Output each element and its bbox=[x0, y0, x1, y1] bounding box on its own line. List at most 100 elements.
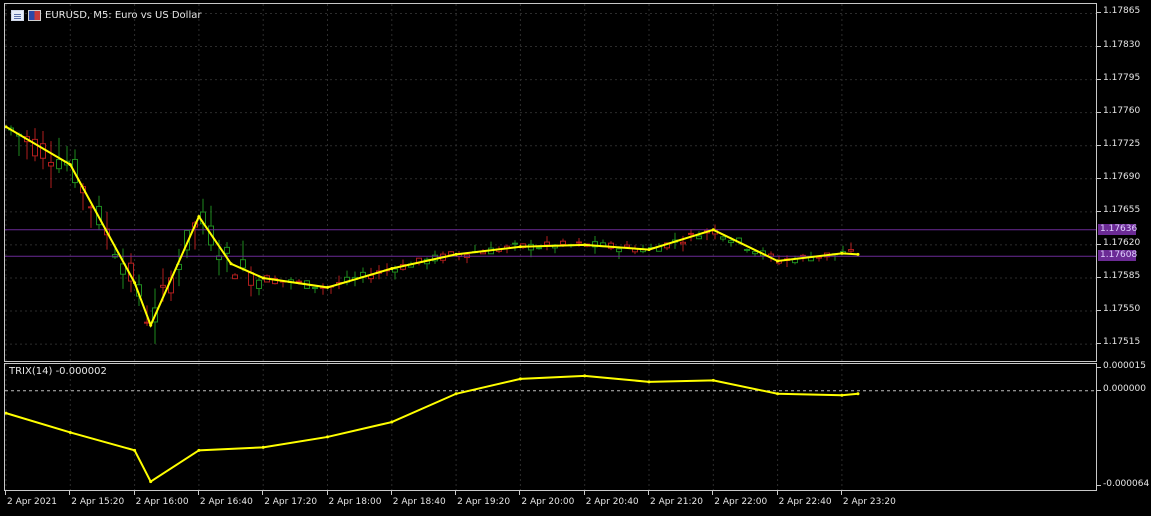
candle-body bbox=[392, 268, 398, 273]
time-tick-mark bbox=[583, 491, 585, 495]
moving-average-point bbox=[518, 245, 522, 249]
time-axis[interactable]: 2 Apr 2021 2 Apr 15:20 2 Apr 16:00 2 Apr 16… bbox=[4, 491, 1097, 516]
time-tick-mark bbox=[712, 491, 714, 495]
price-tick-label: 1.17690 bbox=[1103, 171, 1141, 182]
price-chart-svg bbox=[5, 4, 1096, 361]
moving-average-point bbox=[197, 215, 201, 219]
price-tick-mark bbox=[1097, 310, 1101, 312]
candle-body bbox=[560, 240, 566, 246]
moving-average-point bbox=[390, 267, 394, 271]
trix-point bbox=[133, 448, 137, 452]
moving-average-point bbox=[133, 281, 137, 285]
candle-body bbox=[40, 143, 46, 159]
moving-average-line bbox=[5, 125, 859, 328]
time-tick-mark bbox=[648, 491, 649, 495]
candle-body bbox=[248, 272, 254, 286]
candle-body bbox=[512, 242, 518, 245]
time-tick-label: 2 Apr 16:00 bbox=[135, 497, 189, 507]
moving-average-point bbox=[261, 276, 265, 280]
chart-title-text: EURUSD, M5: Euro vs US Dollar bbox=[45, 10, 202, 21]
trix-point bbox=[326, 435, 329, 439]
time-tick-mark bbox=[262, 491, 264, 495]
candle-body bbox=[688, 232, 694, 235]
price-level-tag: 1.17608 bbox=[1098, 250, 1138, 262]
trix-chart-svg bbox=[5, 364, 1096, 490]
trix-indicator-panel[interactable]: TRIX(14) -0.000002 bbox=[4, 363, 1097, 491]
trix-point bbox=[840, 393, 844, 397]
indicator-tick-mark bbox=[1097, 389, 1101, 391]
candle-body bbox=[224, 246, 230, 254]
price-tick-mark bbox=[1097, 12, 1101, 14]
candle-body bbox=[728, 240, 734, 244]
time-tick-label: 2 Apr 20:00 bbox=[521, 497, 575, 507]
trix-line bbox=[5, 374, 859, 484]
time-tick-label: 2 Apr 15:20 bbox=[71, 497, 125, 507]
time-tick-mark bbox=[519, 491, 521, 495]
price-tick-label: 1.17725 bbox=[1103, 138, 1141, 149]
indicator-title: TRIX(14) -0.000002 bbox=[9, 366, 107, 377]
price-tick-mark bbox=[1097, 144, 1101, 146]
candle-body bbox=[576, 241, 582, 244]
candle-body bbox=[680, 241, 686, 245]
time-tick-label: 2 Apr 19:20 bbox=[457, 497, 511, 507]
candle-body bbox=[624, 244, 630, 248]
trix-point bbox=[454, 392, 458, 396]
trix-point bbox=[518, 377, 522, 381]
price-tick-mark bbox=[1097, 78, 1101, 80]
price-tick-mark bbox=[1097, 243, 1101, 245]
candle-body bbox=[616, 248, 622, 253]
time-tick-mark bbox=[5, 491, 6, 495]
symbol-flag-icon bbox=[28, 10, 41, 21]
chart-list-icon[interactable] bbox=[11, 10, 24, 21]
candle-body bbox=[696, 235, 702, 240]
time-tick-label: 2 Apr 20:40 bbox=[585, 497, 639, 507]
moving-average-point bbox=[68, 163, 72, 167]
price-level-tag: 1.17636 bbox=[1098, 223, 1138, 235]
indicator-tick-label: 0.000000 bbox=[1103, 383, 1146, 394]
time-tick-mark bbox=[326, 491, 328, 495]
indicator-tick-label: 0.000015 bbox=[1103, 361, 1146, 372]
price-tick-label: 1.17865 bbox=[1103, 6, 1141, 17]
time-tick-label: 2 Apr 22:00 bbox=[714, 497, 768, 507]
candle-body bbox=[848, 249, 854, 252]
chart-title: EURUSD, M5: Euro vs US Dollar bbox=[11, 10, 201, 21]
time-tick-label: 2 Apr 16:40 bbox=[199, 497, 253, 507]
time-tick-label: 2 Apr 18:00 bbox=[328, 497, 382, 507]
price-tick-mark bbox=[1097, 111, 1101, 113]
moving-average-point bbox=[840, 251, 844, 255]
time-tick-label: 2 Apr 2021 bbox=[7, 497, 57, 507]
candle-body bbox=[744, 248, 750, 251]
time-tick-mark bbox=[69, 491, 71, 495]
time-tick-label: 2 Apr 21:20 bbox=[650, 497, 703, 507]
trix-point bbox=[197, 448, 201, 452]
time-tick-mark bbox=[840, 491, 842, 495]
price-tick-label: 1.17655 bbox=[1103, 204, 1141, 215]
moving-average-point bbox=[149, 323, 153, 327]
moving-average-point bbox=[711, 228, 715, 232]
price-chart-panel[interactable]: EURUSD, M5: Euro vs US Dollar bbox=[4, 3, 1097, 362]
indicator-tick-mark bbox=[1097, 485, 1101, 487]
trix-point bbox=[149, 480, 153, 484]
candle-body bbox=[240, 259, 246, 269]
moving-average-point bbox=[776, 259, 780, 263]
time-tick-label: 2 Apr 18:40 bbox=[392, 497, 446, 507]
price-tick-label: 1.17585 bbox=[1103, 270, 1141, 281]
price-tick-mark bbox=[1097, 343, 1101, 345]
price-tick-label: 1.17550 bbox=[1103, 304, 1141, 315]
time-tick-mark bbox=[197, 491, 199, 495]
price-tick-mark bbox=[1097, 177, 1101, 179]
candle-body bbox=[720, 236, 726, 240]
time-tick-mark bbox=[133, 491, 135, 495]
moving-average-point bbox=[229, 262, 233, 266]
candle-body bbox=[232, 274, 238, 280]
indicator-scale[interactable]: 0.000015 0.000000 -0.000064 bbox=[1097, 361, 1151, 491]
indicator-tick-label: -0.000064 bbox=[1103, 479, 1150, 490]
price-scale[interactable]: 1.17865 1.17830 1.17795 1.17760 1.17725 1.176… bbox=[1097, 3, 1151, 362]
time-tick-label: 2 Apr 17:20 bbox=[264, 497, 318, 507]
trix-point bbox=[711, 378, 715, 382]
candle-body bbox=[48, 161, 54, 167]
time-tick-mark bbox=[776, 491, 778, 495]
price-tick-label: 1.17830 bbox=[1103, 39, 1141, 50]
candle-body bbox=[256, 279, 262, 289]
candle-body bbox=[544, 241, 550, 246]
